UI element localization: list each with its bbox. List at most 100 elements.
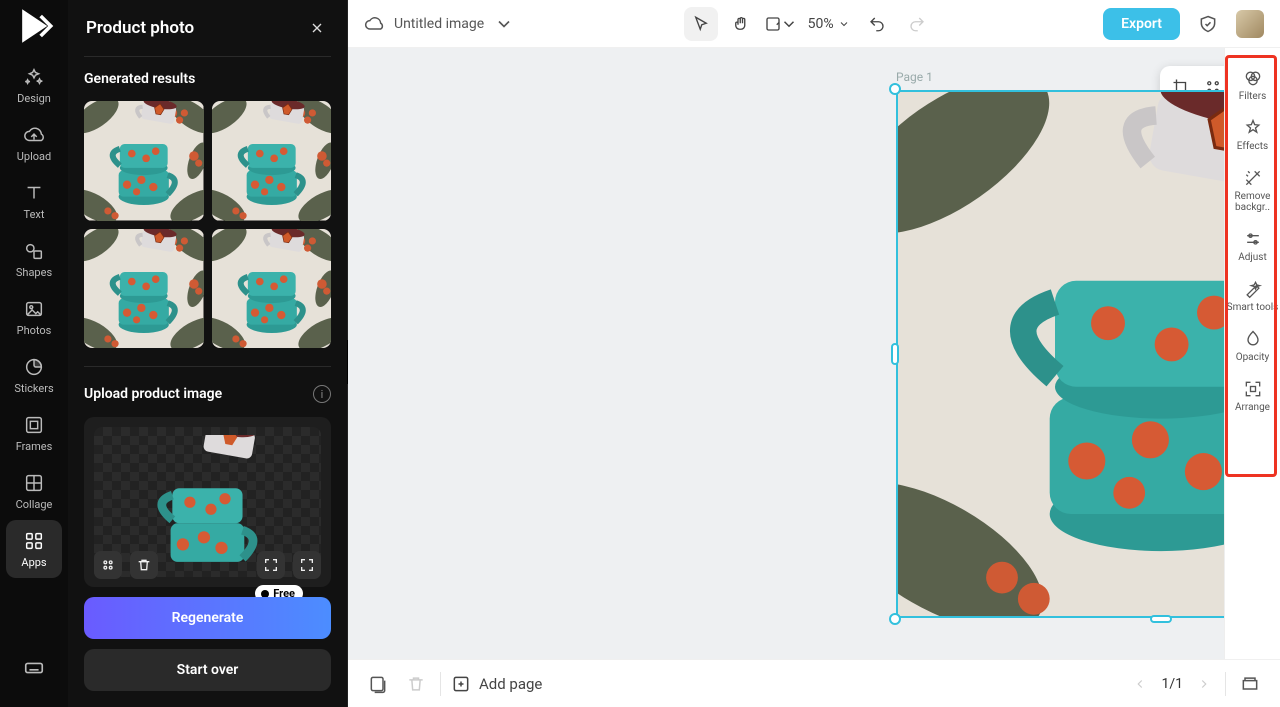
add-page-icon: [451, 674, 471, 694]
sparkle-icon: [23, 66, 45, 88]
redo-button[interactable]: [900, 7, 934, 41]
canvas-frame[interactable]: Page 1: [896, 90, 1280, 618]
main-editor: Untitled image 50% Export: [348, 0, 1280, 707]
rail-text[interactable]: Text: [6, 172, 62, 230]
rr-label: Smart tools: [1227, 302, 1279, 313]
delete-page-button[interactable]: [402, 670, 430, 698]
generated-thumb[interactable]: [212, 101, 332, 221]
page-navigator: 1/1: [1129, 673, 1215, 695]
topbar: Untitled image 50% Export: [348, 0, 1280, 48]
upload-product-card: [84, 417, 331, 587]
canvas-workspace[interactable]: Page 1: [348, 48, 1280, 659]
image-icon: [23, 298, 45, 320]
rail-shapes[interactable]: Shapes: [6, 230, 62, 288]
resize-handle-ml[interactable]: [891, 343, 899, 365]
rail-label: Stickers: [14, 382, 53, 395]
hand-tool[interactable]: [724, 7, 758, 41]
adjust-icon: [1243, 229, 1263, 249]
user-avatar[interactable]: [1236, 10, 1264, 38]
focus-upload-button[interactable]: [293, 551, 321, 579]
rail-frames[interactable]: Frames: [6, 404, 62, 462]
rail-label: Upload: [17, 150, 51, 163]
removebg-icon: [1243, 168, 1263, 188]
apps-icon: [23, 530, 45, 552]
start-over-button[interactable]: Start over: [84, 649, 331, 691]
smart-icon: [1243, 279, 1263, 299]
frame-icon: [23, 414, 45, 436]
expand-upload-button[interactable]: [257, 551, 285, 579]
filters-icon: [1243, 68, 1263, 88]
rr-label: Effects: [1237, 141, 1268, 152]
delete-upload-button[interactable]: [130, 551, 158, 579]
panel-title: Product photo: [86, 18, 194, 38]
text-icon: [23, 182, 45, 204]
generated-results-title: Generated results: [84, 71, 331, 87]
rr-arrange[interactable]: Arrange: [1225, 371, 1280, 421]
page-indicator: 1/1: [1161, 676, 1183, 692]
arrange-icon: [1243, 379, 1263, 399]
rr-label: Remove backgr..: [1225, 191, 1280, 213]
zoom-value: 50%: [808, 16, 834, 32]
app-logo[interactable]: [14, 6, 54, 46]
rail-photos[interactable]: Photos: [6, 288, 62, 346]
resize-handle-tl[interactable]: [889, 83, 901, 95]
panel-divider: [84, 366, 331, 367]
generated-thumb[interactable]: [212, 229, 332, 349]
generated-results-grid: [84, 101, 331, 348]
doc-title-text: Untitled image: [394, 16, 484, 32]
close-panel-button[interactable]: [303, 14, 331, 42]
canvas-image[interactable]: [896, 90, 1280, 618]
prev-page-button[interactable]: [1129, 673, 1151, 695]
rr-label: Adjust: [1238, 252, 1267, 263]
export-button[interactable]: Export: [1103, 8, 1180, 40]
regenerate-button[interactable]: Regenerate: [84, 597, 331, 639]
opacity-icon: [1243, 329, 1263, 349]
panel-divider: [84, 56, 331, 57]
rr-opacity[interactable]: Opacity: [1225, 321, 1280, 371]
keyboard-icon[interactable]: [6, 639, 62, 697]
divider: [440, 672, 441, 696]
chevron-down-icon: [494, 14, 514, 34]
rail-collage[interactable]: Collage: [6, 462, 62, 520]
divider: [1225, 672, 1226, 696]
rr-effects[interactable]: Effects: [1225, 110, 1280, 160]
privacy-shield-icon[interactable]: [1194, 10, 1222, 38]
rail-apps[interactable]: Apps: [6, 520, 62, 578]
rr-removebg[interactable]: Remove backgr..: [1225, 160, 1280, 221]
shuffle-button[interactable]: [94, 551, 122, 579]
page-label: Page 1: [896, 70, 933, 84]
undo-button[interactable]: [860, 7, 894, 41]
rail-label: Apps: [21, 556, 46, 569]
rail-stickers[interactable]: Stickers: [6, 346, 62, 404]
effects-icon: [1243, 118, 1263, 138]
document-title[interactable]: Untitled image: [364, 14, 514, 34]
rail-design[interactable]: Design: [6, 56, 62, 114]
add-page-button[interactable]: Add page: [451, 674, 542, 694]
chevron-down-icon: [838, 18, 850, 30]
right-properties-rail: Filters Effects Remove backgr.. Adjust Smart…: [1224, 48, 1280, 659]
generated-thumb[interactable]: [84, 101, 204, 221]
select-tool[interactable]: [684, 7, 718, 41]
rail-upload[interactable]: Upload: [6, 114, 62, 172]
present-button[interactable]: [1236, 670, 1264, 698]
resize-handle-mb[interactable]: [1150, 615, 1172, 623]
rail-label: Collage: [16, 498, 53, 511]
rr-adjust[interactable]: Adjust: [1225, 221, 1280, 271]
rail-label: Shapes: [16, 266, 52, 279]
resize-handle-bl[interactable]: [889, 613, 901, 625]
rail-label: Text: [24, 208, 45, 221]
generated-thumb[interactable]: [84, 229, 204, 349]
rr-smart[interactable]: Smart tools: [1225, 271, 1280, 321]
cloud-up-icon: [23, 124, 45, 146]
next-page-button[interactable]: [1193, 673, 1215, 695]
canvas-size-tool[interactable]: [764, 7, 798, 41]
cloud-icon: [364, 14, 384, 34]
sticker-icon: [23, 356, 45, 378]
rr-filters[interactable]: Filters: [1225, 60, 1280, 110]
collage-icon: [23, 472, 45, 494]
rail-label: Frames: [16, 440, 53, 453]
upload-info-button[interactable]: i: [313, 385, 331, 403]
zoom-control[interactable]: 50%: [804, 16, 854, 32]
pages-button[interactable]: [364, 670, 392, 698]
shapes-icon: [23, 240, 45, 262]
